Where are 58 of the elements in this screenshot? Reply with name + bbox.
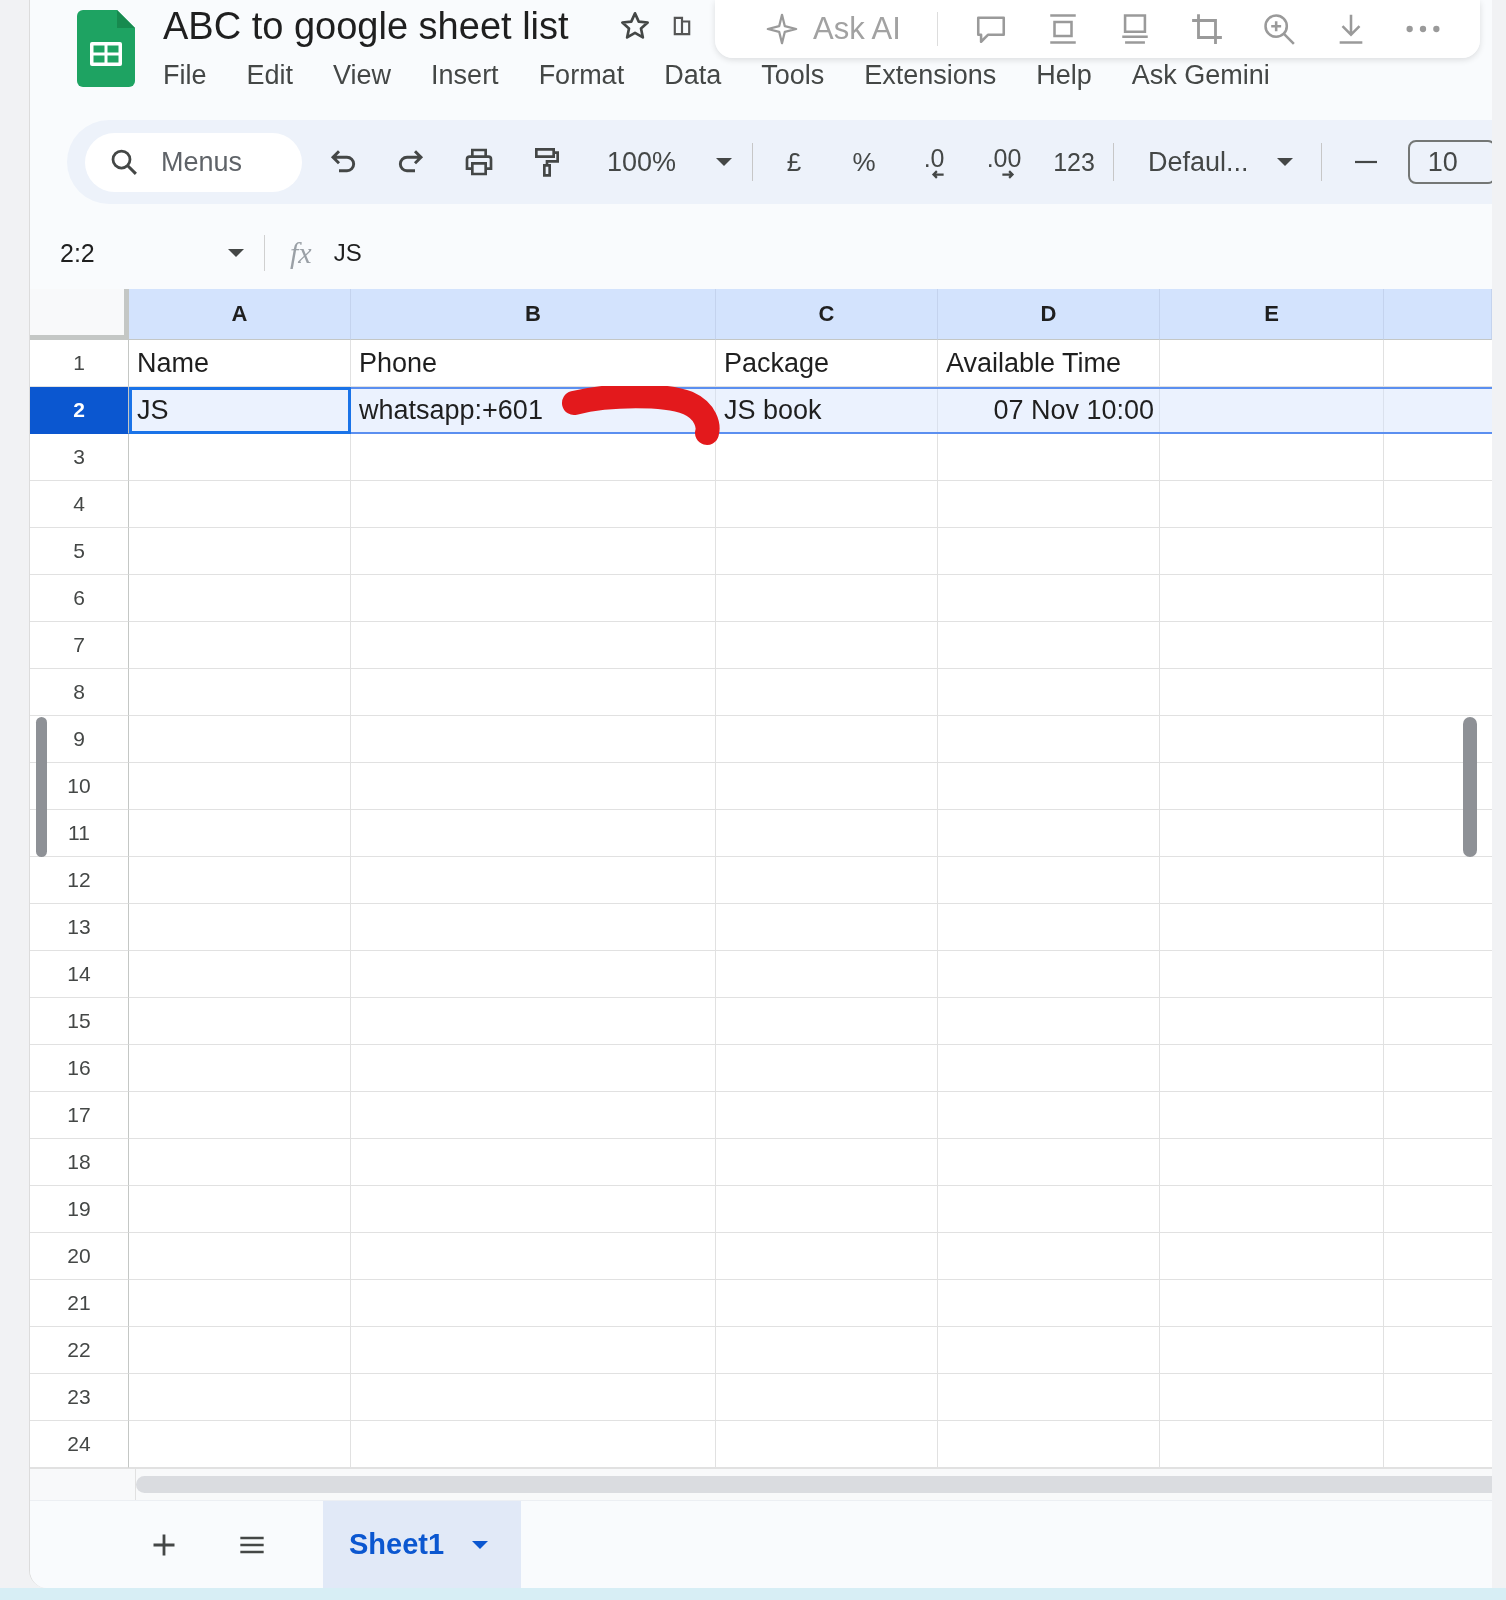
document-title[interactable]: ABC to google sheet list <box>163 1 569 51</box>
rectangles-icon[interactable] <box>672 14 691 38</box>
caret-icon <box>1276 158 1293 166</box>
search-icon <box>109 147 139 177</box>
vertical-scrollbar-thumb[interactable] <box>1463 717 1477 857</box>
table-cell[interactable]: whatsapp:+601 <box>351 387 716 434</box>
increase-decimals-button[interactable]: .00 <box>979 138 1030 186</box>
table-cell[interactable]: JS <box>129 387 351 434</box>
table-cell[interactable]: Package <box>716 340 938 387</box>
font-size-field[interactable]: 10 <box>1407 140 1492 184</box>
column-header[interactable]: D <box>938 289 1160 340</box>
more-icon[interactable] <box>1405 25 1440 33</box>
menu-item[interactable]: File <box>163 59 207 91</box>
menu-item[interactable]: View <box>333 59 392 91</box>
select-all-corner[interactable] <box>30 289 129 340</box>
horizontal-scrollbar-thumb[interactable] <box>136 1476 1492 1493</box>
column-header[interactable]: E <box>1160 289 1384 340</box>
font-dropdown[interactable]: Defaul... <box>1148 138 1307 186</box>
menu-item[interactable]: Data <box>664 59 722 91</box>
vertical-scrollbar-thumb[interactable] <box>36 717 47 857</box>
table-cell[interactable]: Available Time <box>938 340 1160 387</box>
sheet-tab[interactable]: Sheet1 <box>323 1501 521 1588</box>
table-cell[interactable]: Name <box>129 340 351 387</box>
menu-item[interactable]: Ask Gemini <box>1131 59 1270 91</box>
table-cell[interactable]: Phone <box>351 340 716 387</box>
column-header[interactable]: C <box>716 289 938 340</box>
decrease-decimals-button[interactable]: .0 <box>909 138 960 186</box>
number-format-button[interactable]: 123 <box>1049 138 1100 186</box>
row-header[interactable]: 2 <box>30 387 129 434</box>
caret-icon <box>472 1540 489 1549</box>
currency-button[interactable]: £ <box>769 138 820 186</box>
sparkle-icon[interactable] <box>765 12 799 46</box>
spreadsheet-logo-icon[interactable] <box>77 10 135 87</box>
search-field[interactable]: Menus <box>85 132 302 192</box>
formula-input[interactable]: JS <box>333 239 362 267</box>
minus-icon <box>1354 160 1377 164</box>
menu-item[interactable]: Insert <box>431 59 499 91</box>
arrow-right-icon <box>1001 169 1016 179</box>
column-header[interactable]: A <box>129 289 351 340</box>
table-cell[interactable]: JS book <box>716 387 938 434</box>
caret-icon <box>716 158 733 166</box>
menu-item[interactable]: Edit <box>246 59 294 91</box>
zoom-in-icon[interactable] <box>1261 12 1296 46</box>
caret-icon[interactable] <box>228 249 244 257</box>
menu-item[interactable]: Tools <box>761 59 825 91</box>
function-label: fx <box>290 236 312 270</box>
star-icon[interactable] <box>618 10 651 42</box>
column-header[interactable]: B <box>351 289 716 340</box>
arrow-left-icon <box>931 169 946 179</box>
zoom-dropdown[interactable]: 100% <box>595 138 739 186</box>
percent-button[interactable]: % <box>839 138 890 186</box>
menu-item[interactable]: Help <box>1036 59 1092 91</box>
table-cell[interactable]: 07 Nov 10:00 <box>938 387 1160 434</box>
printer-icon <box>463 146 495 178</box>
crop-icon[interactable] <box>1189 12 1224 46</box>
menu-item[interactable]: Extensions <box>864 59 997 91</box>
name-box[interactable]: 2:2 <box>60 238 120 268</box>
menu-item[interactable]: Format <box>538 59 625 91</box>
